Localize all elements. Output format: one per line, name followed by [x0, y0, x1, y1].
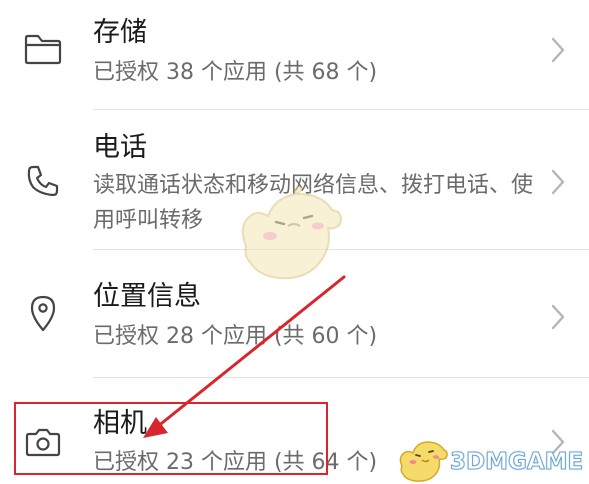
folder-icon	[22, 28, 64, 70]
location-pin-icon	[22, 292, 64, 334]
permission-subtitle: 已授权 23 个应用 (共 64 个)	[93, 450, 378, 475]
camera-icon	[22, 421, 64, 463]
permission-list: 存储 已授权 38 个应用 (共 68 个) 电话 读取通话状态和移动网络信息、…	[0, 0, 589, 484]
permission-title: 电话	[93, 132, 147, 163]
permission-subtitle: 读取通话状态和移动网络信息、拨打电话、使用呼叫转移	[93, 173, 534, 233]
permission-item-storage[interactable]: 存储 已授权 38 个应用 (共 68 个)	[0, 0, 589, 110]
permission-subtitle: 已授权 28 个应用 (共 60 个)	[93, 324, 378, 349]
permission-item-location[interactable]: 位置信息 已授权 28 个应用 (共 60 个)	[0, 250, 589, 378]
permission-title: 位置信息	[93, 281, 201, 312]
chevron-right-icon	[551, 304, 565, 330]
permission-subtitle: 已授权 38 个应用 (共 68 个)	[93, 60, 378, 85]
chevron-right-icon	[551, 169, 565, 195]
chevron-right-icon	[551, 429, 565, 455]
permission-title: 存储	[93, 17, 147, 48]
chevron-right-icon	[551, 37, 565, 63]
permission-item-camera[interactable]: 相机 已授权 23 个应用 (共 64 个)	[0, 378, 589, 484]
permission-item-phone[interactable]: 电话 读取通话状态和移动网络信息、拨打电话、使用呼叫转移	[0, 110, 589, 250]
permission-title: 相机	[93, 408, 147, 439]
phone-icon	[22, 160, 64, 202]
